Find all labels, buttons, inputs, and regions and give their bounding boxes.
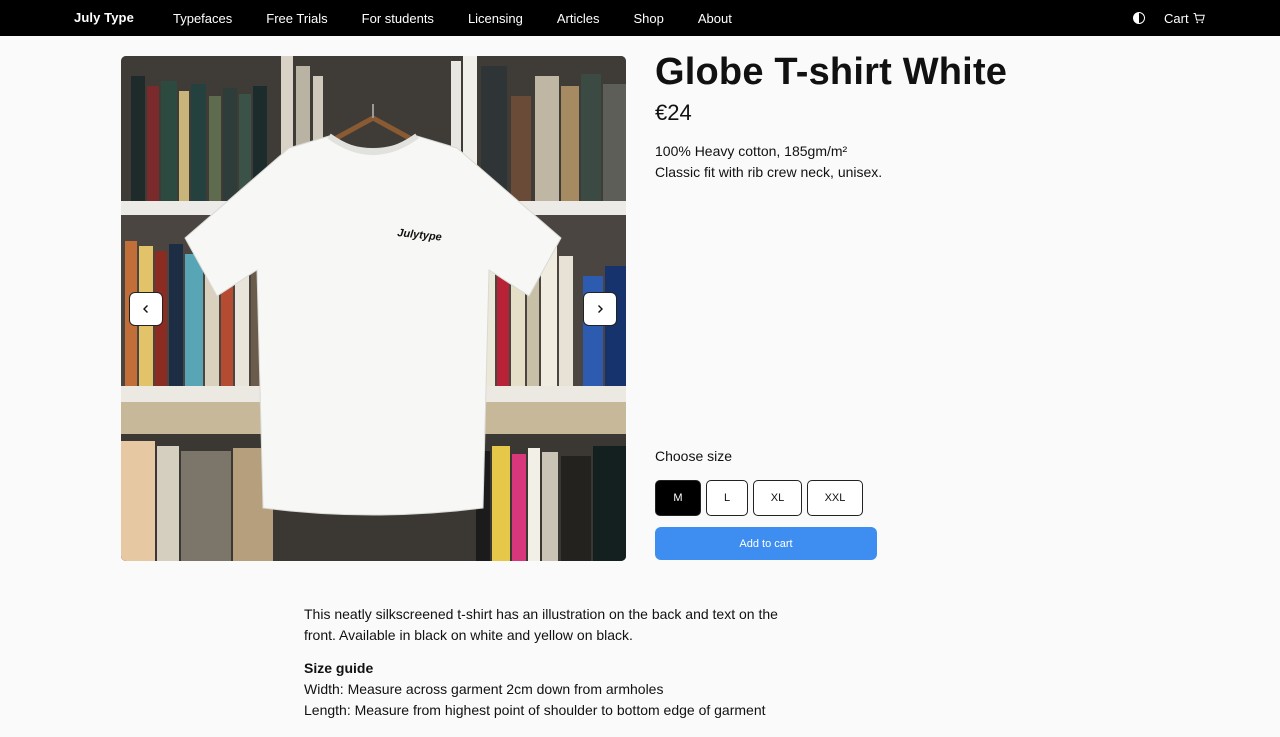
nav-link-shop[interactable]: Shop: [634, 11, 664, 26]
nav-link-articles[interactable]: Articles: [557, 11, 600, 26]
spec-material: 100% Heavy cotton, 185gm/m²: [655, 143, 848, 159]
previous-image-button[interactable]: [129, 292, 163, 326]
spec-fit: Classic fit with rib crew neck, unisex.: [655, 164, 883, 180]
size-guide: Width: Measure across garment 2cm down f…: [304, 679, 766, 721]
add-to-cart-button[interactable]: Add to cart: [655, 527, 877, 560]
size-label: Choose size: [655, 448, 733, 464]
product-price: €24: [655, 100, 692, 125]
size-selector: M L XL XXL: [655, 480, 868, 516]
product-image: Julytype: [121, 56, 626, 561]
nav-link-licensing[interactable]: Licensing: [468, 11, 523, 26]
size-button-m[interactable]: M: [655, 480, 701, 516]
cart-label: Cart: [1164, 10, 1189, 26]
size-button-xl[interactable]: XL: [753, 480, 802, 516]
next-image-button[interactable]: [583, 292, 617, 326]
size-guide-length: Length: Measure from highest point of sh…: [304, 702, 766, 718]
brand-logo[interactable]: July Type: [74, 0, 134, 36]
nav-links: Typefaces Free Trials For students Licen…: [173, 0, 766, 36]
chevron-right-icon: [598, 305, 603, 313]
nav-link-about[interactable]: About: [698, 11, 732, 26]
cart-button[interactable]: Cart: [1164, 0, 1205, 36]
product-title: Globe T-shirt White: [655, 51, 1008, 93]
nav-link-free-trials[interactable]: Free Trials: [266, 11, 327, 26]
size-guide-title: Size guide: [304, 660, 374, 676]
chevron-left-icon: [143, 305, 148, 313]
tshirt-photo: Julytype: [121, 56, 626, 561]
top-navigation: July Type Typefaces Free Trials For stud…: [0, 0, 1280, 36]
size-guide-width: Width: Measure across garment 2cm down f…: [304, 681, 664, 697]
product-description: This neatly silkscreened t-shirt has an …: [304, 606, 778, 643]
nav-link-typefaces[interactable]: Typefaces: [173, 11, 232, 26]
cart-icon: [1193, 13, 1205, 24]
product-specs: 100% Heavy cotton, 185gm/m² Classic fit …: [655, 141, 882, 183]
size-button-l[interactable]: L: [706, 480, 748, 516]
size-button-xxl[interactable]: XXL: [807, 480, 863, 516]
nav-link-for-students[interactable]: For students: [362, 11, 434, 26]
contrast-icon[interactable]: [1133, 12, 1145, 24]
